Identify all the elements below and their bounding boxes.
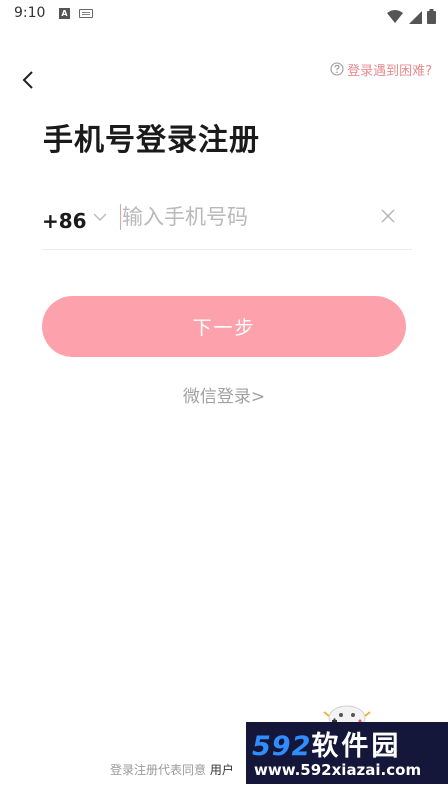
close-icon[interactable] bbox=[379, 207, 397, 225]
page-title: 手机号登录注册 bbox=[43, 123, 260, 158]
chevron-down-icon[interactable] bbox=[92, 211, 108, 223]
text-cursor bbox=[120, 204, 121, 230]
phone-number-input[interactable] bbox=[122, 199, 372, 235]
question-circle-icon bbox=[330, 62, 344, 76]
watermark: 592软件园 www.592xiazai.com bbox=[246, 702, 448, 784]
wifi-icon bbox=[386, 9, 403, 23]
a-notification-icon: A bbox=[59, 8, 70, 19]
status-bar: 9:10 A bbox=[0, 0, 448, 28]
chevron-left-icon bbox=[22, 71, 33, 89]
status-time: 9:10 bbox=[14, 5, 46, 21]
watermark-brand: 592软件园 bbox=[252, 724, 401, 763]
keyboard-icon bbox=[79, 9, 93, 18]
login-help-link[interactable]: 登录遇到困难? bbox=[330, 59, 432, 79]
login-help-label: 登录遇到困难? bbox=[347, 63, 432, 79]
watermark-url: www.592xiazai.com bbox=[254, 761, 422, 779]
watermark-brand-num: 592 bbox=[252, 731, 312, 762]
back-button[interactable] bbox=[14, 66, 42, 94]
signal-icon bbox=[408, 10, 422, 24]
next-button[interactable]: 下一步 bbox=[42, 296, 406, 357]
agreement-prefix: 登录注册代表同意 bbox=[110, 763, 207, 777]
agreement-text: 登录注册代表同意 用户 bbox=[110, 761, 234, 778]
watermark-brand-cn: 软件园 bbox=[311, 731, 402, 762]
country-code[interactable]: +86 bbox=[42, 209, 87, 233]
battery-icon bbox=[427, 9, 436, 24]
watermark-badge: 592软件园 www.592xiazai.com bbox=[246, 722, 448, 784]
user-agreement-link[interactable]: 用户 bbox=[210, 763, 234, 777]
phone-input-row: +86 bbox=[42, 195, 412, 250]
status-right-icons bbox=[386, 6, 436, 24]
wechat-login-link[interactable]: 微信登录> bbox=[0, 382, 448, 407]
